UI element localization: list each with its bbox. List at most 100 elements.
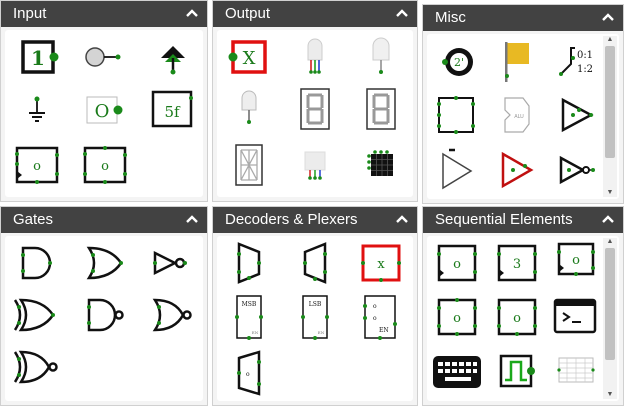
- t-flipflop-element[interactable]: o: [549, 240, 605, 286]
- power-element[interactable]: [145, 34, 201, 80]
- multiplexer-element[interactable]: [221, 240, 277, 286]
- collapse-caret-icon[interactable]: [601, 213, 615, 225]
- bit-selector-element[interactable]: x: [353, 240, 409, 286]
- sr-flipflop-element[interactable]: o: [489, 294, 545, 340]
- misc-panel: Misc 2' 0:1 1:2 ALU ▲ ▼: [422, 4, 624, 204]
- scroll-down-arrow-icon[interactable]: ▼: [605, 391, 615, 399]
- sequential-scrollbar[interactable]: ▲ ▼: [603, 238, 617, 399]
- scrollbar-thumb[interactable]: [605, 46, 615, 158]
- gates-panel-header[interactable]: Gates: [1, 207, 207, 233]
- or-gate-element[interactable]: [77, 240, 133, 286]
- jk-flipflop-element[interactable]: o: [429, 294, 485, 340]
- nand-gate-element[interactable]: [77, 292, 133, 338]
- rom-element[interactable]: o: [9, 142, 65, 188]
- d-flipflop-element[interactable]: o: [429, 240, 485, 286]
- sixteen-segment-element[interactable]: [221, 142, 277, 188]
- collapse-caret-icon[interactable]: [395, 213, 409, 225]
- sr-flipflop-label: o: [513, 311, 521, 326]
- ground-element[interactable]: [9, 86, 65, 132]
- subcircuit-element[interactable]: [429, 92, 485, 138]
- clock-element[interactable]: [489, 348, 545, 394]
- collapse-caret-icon[interactable]: [185, 7, 199, 19]
- encoder-bit-label-bottom: o: [373, 315, 377, 322]
- jk-flipflop-label: o: [453, 311, 461, 326]
- button-element[interactable]: [77, 34, 133, 80]
- decoder-element[interactable]: o: [221, 350, 277, 396]
- buffer-element[interactable]: [549, 92, 605, 138]
- output-x-element[interactable]: X: [221, 34, 277, 80]
- const-one-element[interactable]: 1: [9, 34, 65, 80]
- input-panel: Input 1 O 5f o o: [0, 0, 208, 202]
- scroll-up-arrow-icon[interactable]: ▲: [605, 238, 615, 246]
- sequential-panel-header[interactable]: Sequential Elements: [423, 207, 623, 233]
- digital-led-element[interactable]: O: [77, 86, 133, 132]
- sequential-panel-body: o 3 o o o ▲ ▼: [427, 236, 619, 401]
- square-rgb-led-element[interactable]: [287, 142, 343, 188]
- output-x-label: X: [243, 48, 256, 69]
- counter-element[interactable]: 2': [429, 38, 485, 84]
- gates-panel: Gates: [0, 206, 208, 406]
- xor-gate-element[interactable]: [9, 292, 65, 338]
- ram-table-element[interactable]: [549, 348, 605, 394]
- flag-element[interactable]: [489, 38, 545, 84]
- decoders-panel: Decoders & Plexers x MSB EN LSB EN o o E…: [212, 206, 418, 406]
- led-element[interactable]: [353, 34, 409, 80]
- collapse-caret-icon[interactable]: [395, 7, 409, 19]
- digital-led-label: O: [95, 101, 110, 122]
- and-gate-element[interactable]: [9, 240, 65, 286]
- scroll-down-arrow-icon[interactable]: ▼: [605, 189, 615, 197]
- sequential-panel-title: Sequential Elements: [435, 211, 573, 228]
- misc-panel-body: 2' 0:1 1:2 ALU ▲ ▼: [427, 34, 619, 199]
- lsb-element[interactable]: LSB EN: [287, 294, 343, 340]
- hex-input-label: 5f: [164, 103, 181, 121]
- demultiplexer-element[interactable]: [287, 240, 343, 286]
- bulb-element[interactable]: [221, 86, 277, 132]
- alu-label: ALU: [514, 114, 524, 120]
- scrollbar-thumb[interactable]: [605, 248, 615, 360]
- tristate-element[interactable]: [429, 146, 485, 192]
- collapse-caret-icon[interactable]: [185, 213, 199, 225]
- encoder-bit-label-top: o: [373, 303, 377, 310]
- output-panel-header[interactable]: Output: [213, 1, 417, 27]
- gates-panel-title: Gates: [13, 211, 54, 228]
- register-label: 3: [513, 257, 521, 272]
- rom-bit-label: o: [33, 159, 41, 174]
- alu-element[interactable]: ALU: [489, 92, 545, 138]
- ram-element[interactable]: o: [77, 142, 133, 188]
- msb-label: MSB: [242, 301, 257, 308]
- scroll-up-arrow-icon[interactable]: ▲: [605, 36, 615, 44]
- msb-en-label: EN: [252, 330, 259, 335]
- matrix-display-element[interactable]: [353, 142, 409, 188]
- nor-gate-element[interactable]: [145, 292, 201, 338]
- hex-input-element[interactable]: 5f: [145, 86, 201, 132]
- output-panel: Output X: [212, 0, 418, 202]
- decoder-bit-label: o: [246, 371, 250, 378]
- tty-terminal-element[interactable]: [549, 294, 605, 340]
- rgb-led-element[interactable]: [287, 34, 343, 80]
- keyboard-element[interactable]: [429, 348, 485, 394]
- input-panel-body: 1 O 5f o o: [5, 30, 203, 197]
- not-buffer-element[interactable]: [549, 146, 605, 192]
- gates-panel-body: [5, 236, 203, 401]
- lsb-en-label: EN: [318, 330, 325, 335]
- red-buffer-element[interactable]: [489, 146, 545, 192]
- not-gate-element[interactable]: [145, 240, 201, 286]
- splitter-element[interactable]: 0:1 1:2: [549, 38, 605, 84]
- msb-element[interactable]: MSB EN: [221, 294, 277, 340]
- seven-segment-element[interactable]: [287, 86, 343, 132]
- splitter-bottom-label: 1:2: [577, 64, 593, 75]
- input-panel-header[interactable]: Input: [1, 1, 207, 27]
- misc-scrollbar[interactable]: ▲ ▼: [603, 36, 617, 197]
- misc-panel-title: Misc: [435, 9, 466, 26]
- splitter-top-label: 0:1: [577, 50, 593, 61]
- decoders-panel-header[interactable]: Decoders & Plexers: [213, 207, 417, 233]
- priority-encoder-element[interactable]: o o EN: [353, 294, 409, 340]
- xnor-gate-element[interactable]: [9, 344, 65, 390]
- misc-panel-header[interactable]: Misc: [423, 5, 623, 31]
- counter-label: 2': [454, 56, 464, 69]
- hex-display-element[interactable]: [353, 86, 409, 132]
- sequential-panel: Sequential Elements o 3 o o o ▲ ▼: [422, 206, 624, 406]
- register-element[interactable]: 3: [489, 240, 545, 286]
- decoders-panel-title: Decoders & Plexers: [225, 211, 358, 228]
- collapse-caret-icon[interactable]: [601, 11, 615, 23]
